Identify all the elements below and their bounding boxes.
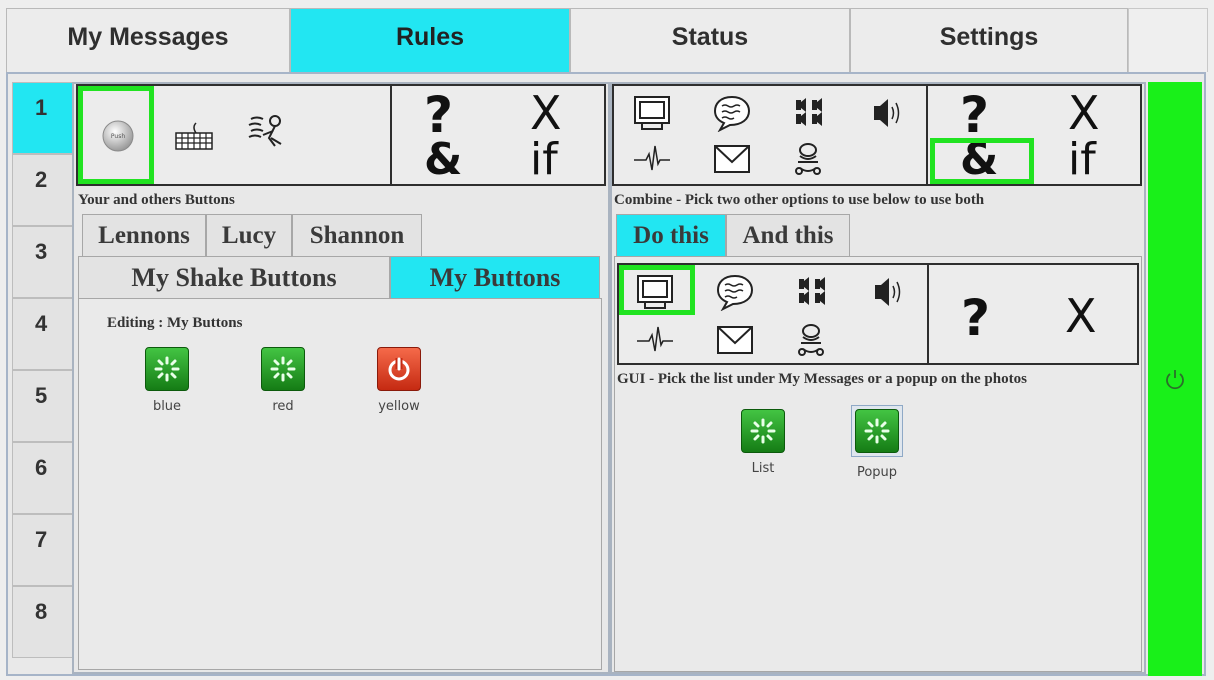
option-label: List: [751, 461, 775, 476]
tab-and-this[interactable]: And this: [726, 214, 850, 256]
servo-icon[interactable]: [786, 138, 830, 180]
rule-tab-8[interactable]: 8: [12, 586, 72, 658]
tab-lennons[interactable]: Lennons: [82, 214, 206, 256]
rule-tab-number: 2: [35, 167, 48, 192]
speech-bubble-icon[interactable]: [710, 92, 754, 134]
monitor-icon[interactable]: [630, 92, 674, 134]
tab-my-messages[interactable]: My Messages: [6, 8, 290, 72]
button-blue[interactable]: blue: [127, 347, 207, 414]
tab-label: And this: [742, 221, 834, 249]
gui-option-popup[interactable]: Popup: [837, 405, 917, 480]
trigger-caption: Your and others Buttons: [78, 192, 235, 208]
rule-tab-1[interactable]: 1: [12, 82, 72, 154]
tab-lucy[interactable]: Lucy: [206, 214, 292, 256]
power-button[interactable]: [1148, 82, 1202, 676]
tab-label: Settings: [939, 23, 1039, 51]
speakers-icon[interactable]: [789, 271, 833, 313]
volume-icon[interactable]: [864, 92, 908, 134]
rule-tab-5[interactable]: 5: [12, 370, 72, 442]
power-icon: [377, 347, 421, 391]
button-yellow[interactable]: yellow: [359, 347, 439, 414]
rule-tab-2[interactable]: 2: [12, 154, 72, 226]
speakers-icon[interactable]: [786, 92, 830, 134]
not-symbol[interactable]: X: [1068, 90, 1100, 136]
tab-bar-filler: [1128, 8, 1208, 72]
app-window: My Messages Rules Status Settings 1 2 3 …: [0, 0, 1214, 680]
gui-caption: GUI - Pick the list under My Messages or…: [617, 371, 1027, 387]
question-symbol[interactable]: ?: [961, 293, 990, 343]
question-symbol[interactable]: ?: [424, 90, 453, 140]
not-symbol[interactable]: X: [530, 90, 562, 136]
envelope-icon[interactable]: [713, 319, 757, 361]
rule-tab-3[interactable]: 3: [12, 226, 72, 298]
tab-label: Status: [671, 23, 749, 51]
selected-frame: [851, 405, 903, 457]
my-buttons-content: Editing : My Buttons blue red yellow: [78, 298, 602, 670]
tab-label: My Buttons: [429, 262, 561, 292]
power-icon: [1166, 370, 1184, 390]
tab-label: Do this: [633, 221, 709, 249]
spinner-icon: [261, 347, 305, 391]
logic-box: ? X & if: [390, 84, 606, 186]
spinner-icon: [855, 409, 899, 453]
action-icon-box: [612, 84, 928, 186]
tab-label: My Messages: [67, 23, 229, 51]
rule-tab-number: 8: [35, 599, 48, 624]
gui-option-list[interactable]: List: [723, 409, 803, 476]
vibrate-pulse-icon[interactable]: [633, 319, 677, 361]
rule-tab-number: 3: [35, 239, 48, 264]
tab-my-buttons[interactable]: My Buttons: [390, 256, 600, 298]
keyboard-icon[interactable]: [172, 116, 216, 156]
selection-highlight: [619, 265, 695, 315]
button-label: red: [272, 399, 294, 414]
not-symbol[interactable]: X: [1065, 293, 1097, 339]
selection-highlight: [930, 138, 1034, 184]
combine-caption: Combine - Pick two other options to use …: [614, 192, 985, 208]
button-label: yellow: [378, 399, 420, 414]
if-symbol[interactable]: if: [1068, 138, 1096, 182]
rule-tab-number: 7: [35, 527, 48, 552]
button-label: blue: [152, 399, 182, 414]
rule-tab-number: 5: [35, 383, 48, 408]
spinner-icon: [145, 347, 189, 391]
servo-icon[interactable]: [789, 319, 833, 361]
tab-rules[interactable]: Rules: [290, 8, 570, 72]
tab-label: Rules: [395, 23, 465, 51]
tab-label: Lennons: [98, 221, 190, 249]
vibrate-pulse-icon[interactable]: [630, 138, 674, 180]
if-symbol[interactable]: if: [530, 138, 558, 182]
tab-do-this[interactable]: Do this: [616, 214, 726, 256]
shake-icon[interactable]: [244, 110, 288, 154]
option-label: Popup: [856, 465, 898, 480]
rule-tab-6[interactable]: 6: [12, 442, 72, 514]
tab-label: Lucy: [221, 221, 277, 249]
button-red[interactable]: red: [243, 347, 323, 414]
tab-shannon[interactable]: Shannon: [292, 214, 422, 256]
and-symbol[interactable]: &: [424, 138, 462, 182]
spinner-icon: [741, 409, 785, 453]
tab-status[interactable]: Status: [570, 8, 850, 72]
do-this-content: ? X GUI - Pick the list under My Message…: [614, 256, 1142, 672]
tab-my-shake-buttons[interactable]: My Shake Buttons: [78, 256, 390, 298]
rule-tab-number: 1: [35, 95, 48, 120]
envelope-icon[interactable]: [710, 138, 754, 180]
tab-settings[interactable]: Settings: [850, 8, 1128, 72]
tab-label: My Shake Buttons: [131, 262, 337, 292]
rule-tab-number: 6: [35, 455, 48, 480]
tab-label: Shannon: [309, 221, 405, 249]
rule-tab-4[interactable]: 4: [12, 298, 72, 370]
rule-tab-7[interactable]: 7: [12, 514, 72, 586]
speech-bubble-icon[interactable]: [713, 271, 757, 313]
do-this-logic-box: ? X: [927, 263, 1139, 365]
selection-highlight: [78, 86, 154, 184]
volume-icon[interactable]: [865, 271, 909, 313]
editing-label: Editing : My Buttons: [107, 315, 243, 331]
rule-tab-number: 4: [35, 311, 48, 336]
question-symbol[interactable]: ?: [960, 90, 989, 140]
